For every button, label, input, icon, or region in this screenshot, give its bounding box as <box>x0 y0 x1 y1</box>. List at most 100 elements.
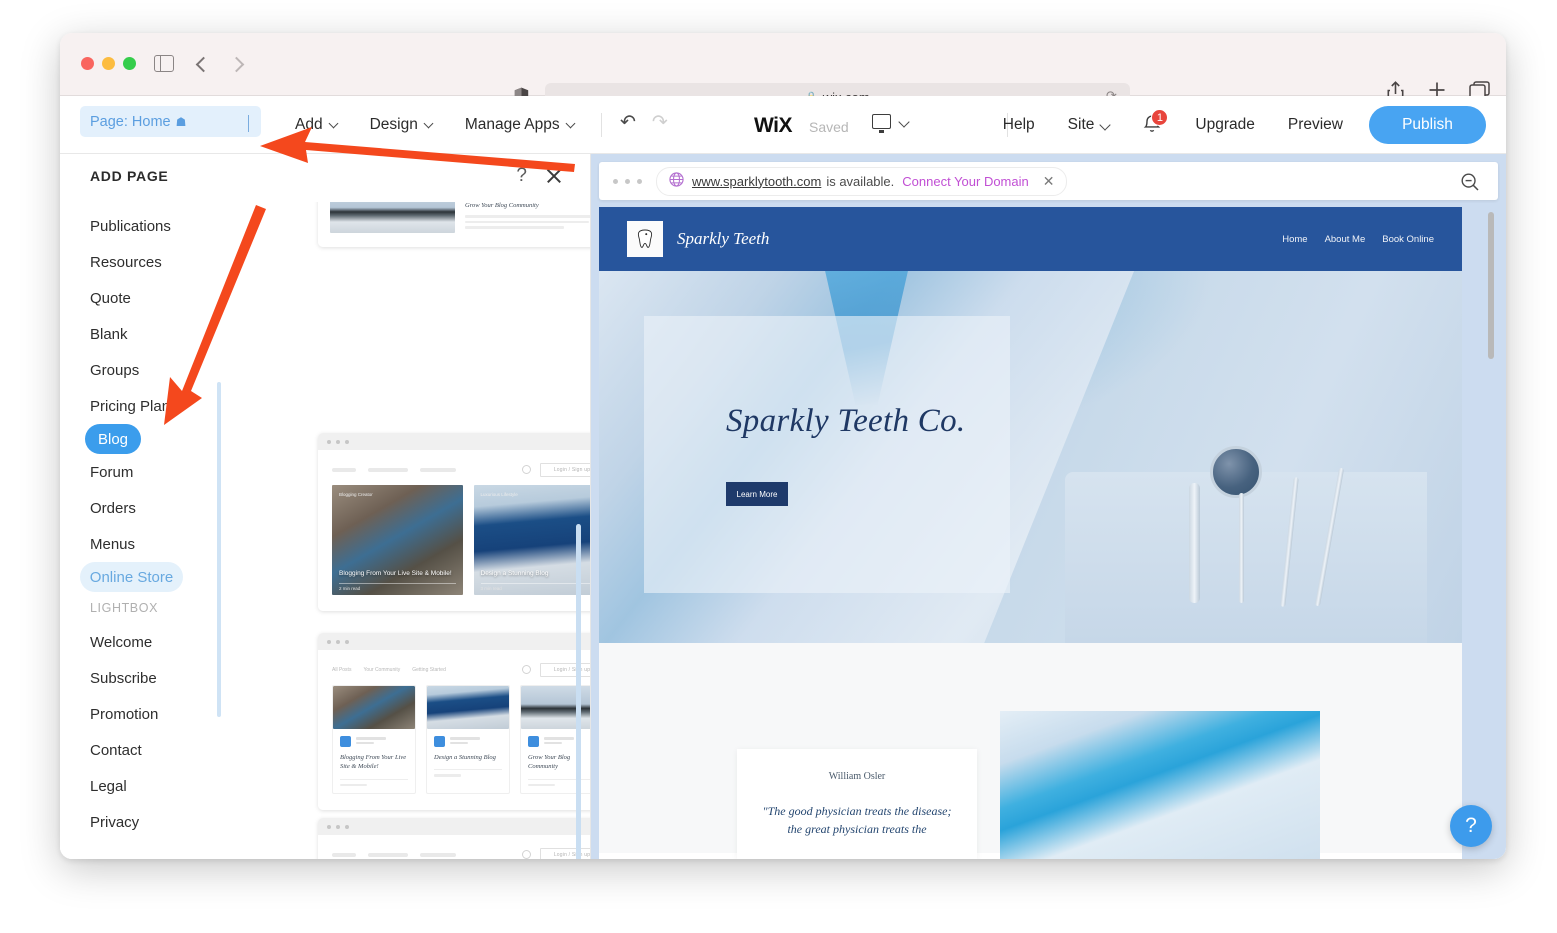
site-menu[interactable]: Site <box>1068 116 1112 134</box>
toolbar-divider <box>601 113 602 137</box>
dot-icon <box>327 639 331 644</box>
menu-design[interactable]: Design <box>370 116 434 134</box>
hero-section: Sparkly Teeth Co. Learn More <box>599 271 1462 643</box>
device-selector[interactable] <box>872 114 910 133</box>
help-floating-button[interactable]: ? <box>1450 805 1492 847</box>
editor-menus: Add Design Manage Apps <box>295 96 576 153</box>
hero-title: Sparkly Teeth Co. <box>726 403 966 439</box>
template-thumbnail-list[interactable]: Grow Your Blog Community Login / Sign up… <box>250 202 590 859</box>
avatar <box>340 736 351 747</box>
category-privacy[interactable]: Privacy <box>60 804 255 840</box>
sidebar-toggle-icon[interactable] <box>154 55 174 72</box>
template-card[interactable]: All Posts Your Community Getting Started… <box>318 633 590 811</box>
domain-availability: is available. <box>826 173 895 189</box>
site-nav-about-me[interactable]: About Me <box>1325 234 1366 245</box>
template-post: Design a Stunning Blog <box>426 685 510 795</box>
template-card[interactable]: Login / Sign up Sparkly Teeth Blogging F… <box>318 818 590 859</box>
close-icon[interactable]: ✕ <box>1043 173 1055 190</box>
category-groups[interactable]: Groups <box>60 352 255 388</box>
site-nav-book-online[interactable]: Book Online <box>1382 234 1434 245</box>
site-nav-links[interactable]: Home About Me Book Online <box>1282 234 1434 245</box>
category-section-lightbox: LIGHTBOX <box>90 601 159 615</box>
chevron-down-icon <box>898 115 910 128</box>
maximize-window-button[interactable] <box>123 57 136 70</box>
canvas-scrollbar-thumb[interactable] <box>1488 212 1494 359</box>
category-blog[interactable]: Blog <box>85 424 141 454</box>
category-subscribe[interactable]: Subscribe <box>60 660 255 696</box>
menu-add[interactable]: Add <box>295 116 339 134</box>
template-login-label: Login / Sign up <box>553 851 590 858</box>
search-icon <box>522 665 531 674</box>
dental-tool-detail <box>1239 493 1244 603</box>
connect-domain-link[interactable]: Connect Your Domain <box>902 174 1028 189</box>
template-post: Luxurious Lifestyle Design a Stunning Bl… <box>473 485 590 595</box>
chevron-down-icon <box>423 118 434 128</box>
template-card[interactable]: Grow Your Blog Community <box>318 202 590 247</box>
search-icon <box>522 465 531 474</box>
editor-body: ADD PAGE ? Publications Resources Quote … <box>60 154 1506 859</box>
category-scrollbar[interactable] <box>217 382 221 717</box>
template-post-title: Grow Your Blog Community <box>465 202 539 209</box>
publish-button[interactable]: Publish <box>1369 105 1486 144</box>
template-post-tagline: Luxurious Lifestyle <box>480 492 518 497</box>
monitor-icon <box>872 114 891 133</box>
template-nav-link: All Posts <box>332 666 352 673</box>
category-promotion[interactable]: Promotion <box>60 696 255 732</box>
chevron-down-icon <box>565 118 576 128</box>
template-post-grid: Blogging From Your Live Site & Mobile! D… <box>332 685 590 795</box>
window-dots <box>613 178 642 184</box>
domain-suggestion-bar: www.sparklytooth.com is available. Conne… <box>599 162 1498 200</box>
category-resources[interactable]: Resources <box>60 244 255 280</box>
template-preview: Login / Sign up Blogging Creator Bloggin… <box>318 450 590 611</box>
help-menu[interactable]: Help <box>1003 116 1035 134</box>
back-arrow-icon[interactable] <box>192 53 214 75</box>
template-card[interactable]: Login / Sign up Blogging Creator Bloggin… <box>318 433 590 611</box>
minimize-window-button[interactable] <box>102 57 115 70</box>
category-orders[interactable]: Orders <box>60 490 255 526</box>
template-preview: Login / Sign up Sparkly Teeth Blogging F… <box>318 835 590 859</box>
category-menus[interactable]: Menus <box>60 526 255 562</box>
forward-arrow-icon[interactable] <box>228 53 250 75</box>
site-preview[interactable]: Sparkly Teeth Home About Me Book Online <box>599 207 1462 859</box>
window-traffic-lights[interactable] <box>81 57 136 70</box>
quote-text: "The good physician treats the disease; … <box>762 804 952 836</box>
category-online-store[interactable]: Online Store <box>80 562 183 592</box>
add-page-panel: ADD PAGE ? Publications Resources Quote … <box>60 154 590 859</box>
dot-icon <box>336 639 340 644</box>
zoom-out-icon[interactable] <box>1460 172 1480 197</box>
chevron-down-icon <box>328 118 339 128</box>
bell-icon[interactable]: 1 <box>1142 109 1169 135</box>
category-forum[interactable]: Forum <box>60 454 255 490</box>
dot-icon <box>345 439 349 444</box>
dental-mirror-detail <box>1210 446 1262 498</box>
dental-tool-detail <box>1189 483 1200 603</box>
menu-manage-apps[interactable]: Manage Apps <box>465 116 576 134</box>
template-window-bar <box>318 433 590 450</box>
category-contact[interactable]: Contact <box>60 732 255 768</box>
category-publications[interactable]: Publications <box>60 208 255 244</box>
category-welcome[interactable]: Welcome <box>60 624 255 660</box>
page-selector[interactable]: Page: Home ☗ <box>80 106 261 137</box>
site-nav-home[interactable]: Home <box>1282 234 1307 245</box>
category-list[interactable]: Publications Resources Quote Blank Group… <box>60 202 255 859</box>
category-legal[interactable]: Legal <box>60 768 255 804</box>
domain-name[interactable]: www.sparklytooth.com <box>692 174 821 189</box>
category-quote[interactable]: Quote <box>60 280 255 316</box>
template-nav-link: Your Community <box>363 666 401 673</box>
template-scrollbar[interactable] <box>576 524 581 859</box>
upgrade-button[interactable]: Upgrade <box>1195 116 1254 134</box>
notification-badge: 1 <box>1151 109 1169 126</box>
redo-icon: ↷ <box>651 112 668 133</box>
undo-icon[interactable]: ↶ <box>620 113 636 133</box>
question-mark-icon[interactable]: ? <box>516 166 527 186</box>
close-icon[interactable] <box>545 167 563 185</box>
category-pricing-plans[interactable]: Pricing Plans <box>60 388 255 424</box>
close-window-button[interactable] <box>81 57 94 70</box>
preview-button[interactable]: Preview <box>1288 116 1343 134</box>
template-window-bar <box>318 633 590 650</box>
category-blank[interactable]: Blank <box>60 316 255 352</box>
screenshot-root: 🔒 wix.com ⟳ Page: Home ☗ <box>0 0 1557 933</box>
dot-icon <box>345 639 349 644</box>
template-post-tagline: Blogging Creator <box>339 492 373 497</box>
learn-more-button[interactable]: Learn More <box>726 482 788 506</box>
